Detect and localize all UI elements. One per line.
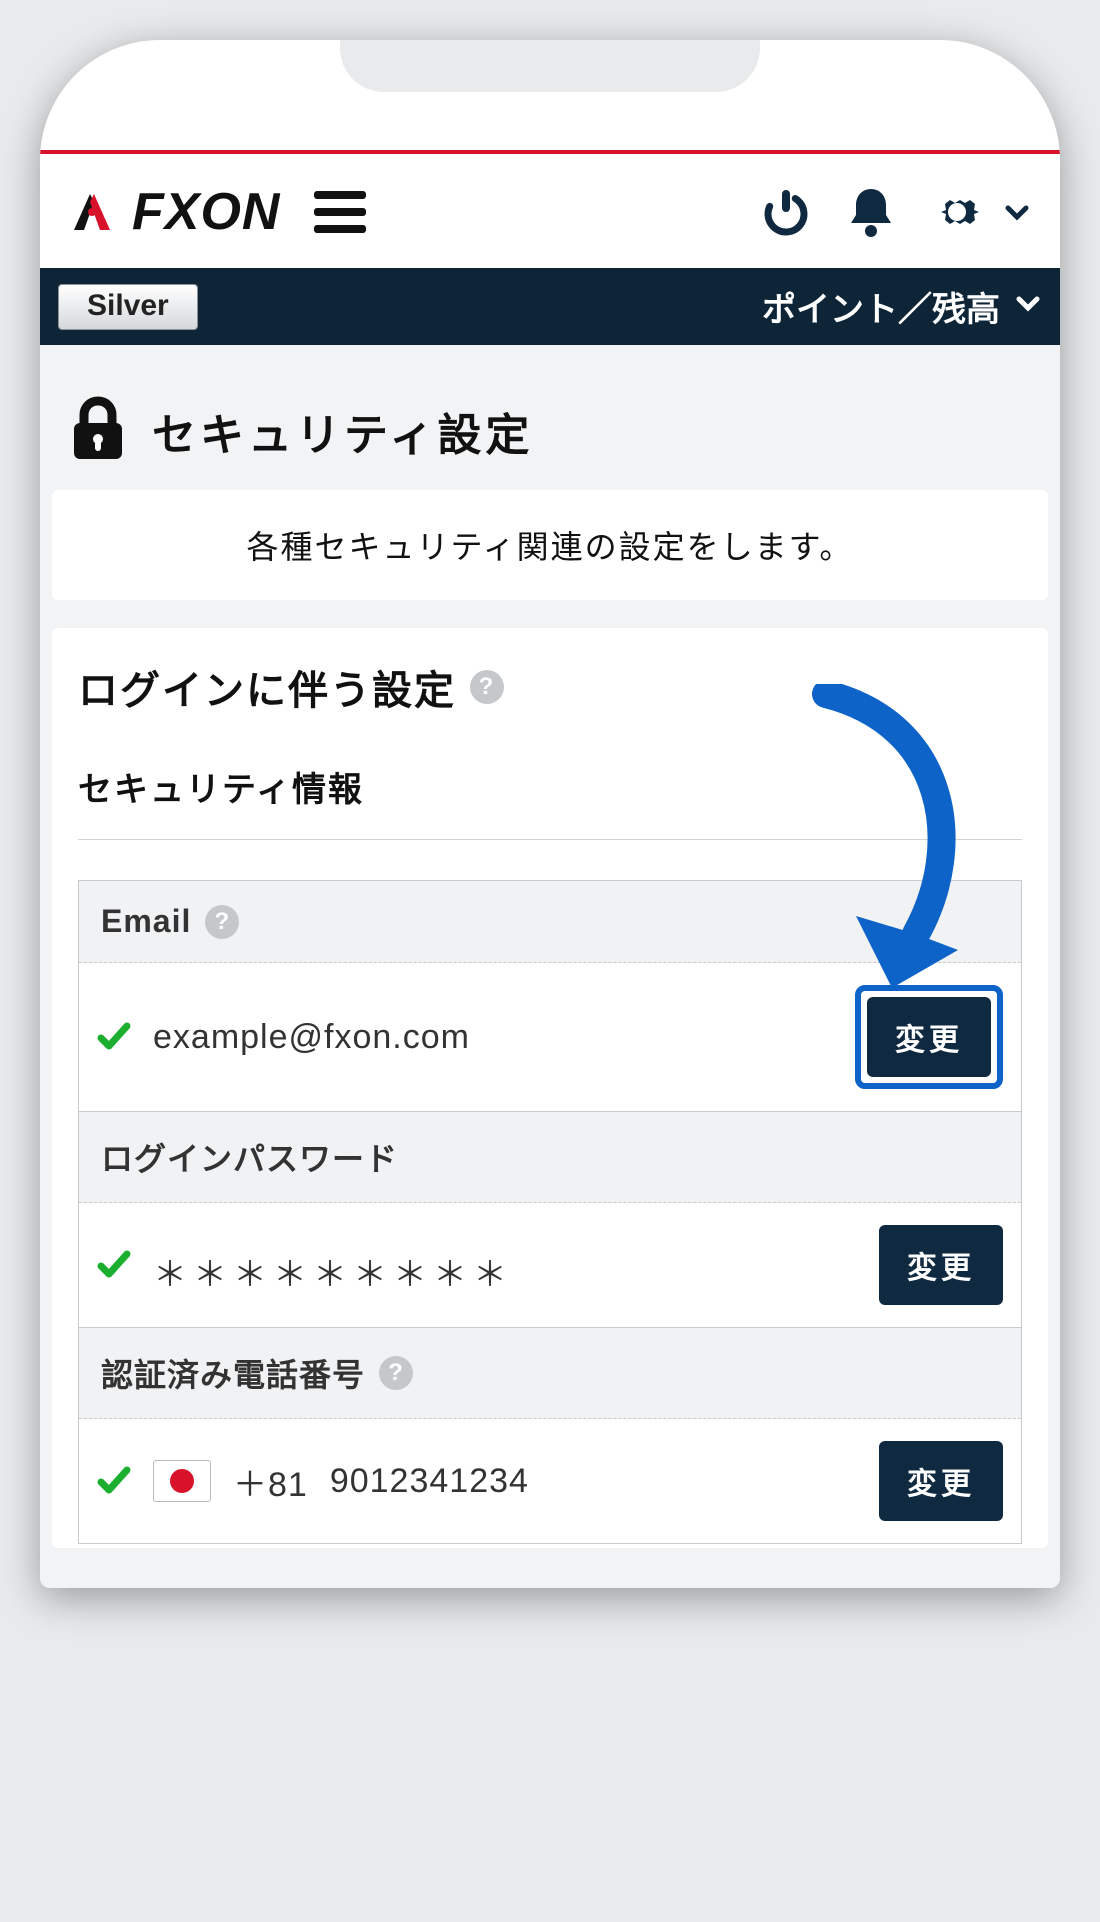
brand-logo-mark-icon xyxy=(64,184,120,240)
lock-icon xyxy=(68,393,128,468)
account-strip: Silver ポイント／残高 xyxy=(40,268,1060,345)
change-email-button[interactable]: 変更 xyxy=(867,997,991,1077)
phone-frame: FXON xyxy=(40,40,1060,1588)
intro-text: 各種セキュリティ関連の設定をします。 xyxy=(247,529,854,565)
change-password-button[interactable]: 変更 xyxy=(879,1225,1003,1305)
check-icon xyxy=(97,1464,131,1498)
email-label: Email xyxy=(101,903,191,940)
intro-card: 各種セキュリティ関連の設定をします。 xyxy=(52,490,1048,600)
check-icon xyxy=(97,1248,131,1282)
power-icon[interactable] xyxy=(760,186,812,238)
japan-flag-icon xyxy=(153,1460,211,1502)
login-settings-card: ログインに伴う設定 ? セキュリティ情報 Email xyxy=(52,628,1048,1548)
chevron-down-icon xyxy=(1014,287,1042,326)
page-body: セキュリティ設定 各種セキュリティ関連の設定をします。 ログインに伴う設定 ? … xyxy=(40,345,1060,1588)
balance-toggle[interactable]: ポイント／残高 xyxy=(762,282,1042,331)
menu-icon[interactable] xyxy=(314,189,366,235)
brand-logo-text: FXON xyxy=(132,182,280,242)
gear-icon[interactable] xyxy=(930,185,984,239)
highlight-frame: 変更 xyxy=(855,985,1003,1089)
phone-country-code: ＋81 xyxy=(233,1457,308,1506)
page-title: セキュリティ設定 xyxy=(152,399,533,463)
help-icon[interactable]: ? xyxy=(379,1356,413,1390)
email-value: example@fxon.com xyxy=(153,1018,470,1057)
login-heading-text: ログインに伴う設定 xyxy=(78,658,456,716)
page-title-row: セキュリティ設定 xyxy=(52,365,1048,490)
phone-label: 認証済み電話番号 xyxy=(101,1350,365,1396)
screen: FXON xyxy=(40,40,1060,1588)
appbar-actions xyxy=(760,185,1030,239)
email-row: example@fxon.com 変更 xyxy=(79,963,1022,1112)
help-icon[interactable]: ? xyxy=(470,670,504,704)
phone-notch xyxy=(340,40,760,92)
app-bar: FXON xyxy=(40,154,1060,268)
phone-row: ＋81 9012341234 変更 xyxy=(79,1419,1022,1544)
bell-icon[interactable] xyxy=(846,185,896,239)
email-header: Email ? xyxy=(79,881,1022,963)
chevron-down-icon[interactable] xyxy=(1004,199,1030,225)
rank-badge[interactable]: Silver xyxy=(58,284,198,330)
change-phone-button[interactable]: 変更 xyxy=(879,1441,1003,1521)
password-value: ＊＊＊＊＊＊＊＊＊ xyxy=(153,1247,513,1296)
security-table: Email ? example@fxon.com 変更 xyxy=(78,880,1022,1544)
phone-number: 9012341234 xyxy=(330,1462,529,1501)
security-info-subheading: セキュリティ情報 xyxy=(78,762,1022,811)
check-icon xyxy=(97,1020,131,1054)
password-label: ログインパスワード xyxy=(101,1134,398,1180)
brand-logo[interactable]: FXON xyxy=(64,182,280,242)
password-row: ＊＊＊＊＊＊＊＊＊ 変更 xyxy=(79,1203,1022,1328)
phone-header: 認証済み電話番号 ? xyxy=(79,1328,1022,1419)
balance-label: ポイント／残高 xyxy=(762,282,1000,331)
divider xyxy=(78,839,1022,840)
login-settings-heading: ログインに伴う設定 ? xyxy=(78,658,1022,716)
password-header: ログインパスワード xyxy=(79,1112,1022,1203)
help-icon[interactable]: ? xyxy=(205,905,239,939)
